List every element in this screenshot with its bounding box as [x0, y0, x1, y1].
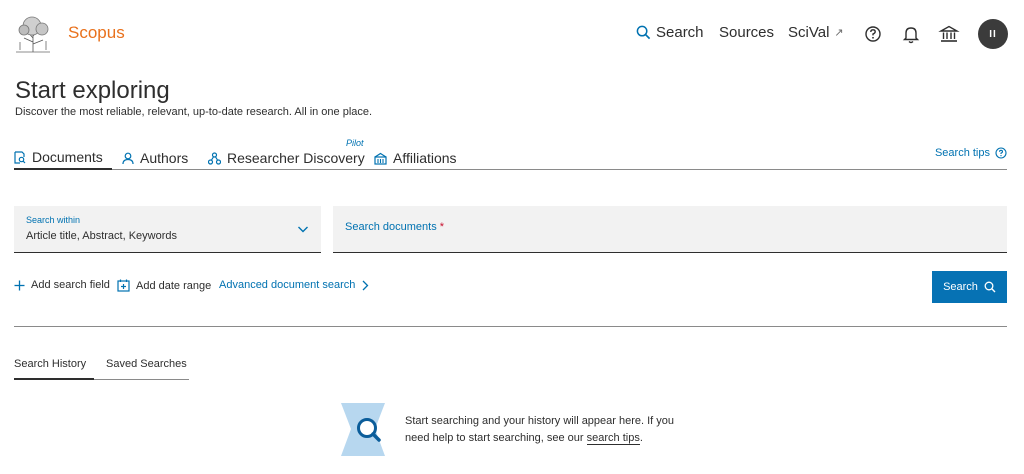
tab-saved-searches[interactable]: Saved Searches [106, 358, 187, 380]
tab-documents-label: Documents [32, 149, 103, 165]
add-search-field-label: Add search field [31, 279, 110, 291]
nav-search-label: Search [656, 24, 704, 41]
document-search-icon [14, 150, 26, 164]
nav-scival-label: SciVal [788, 24, 830, 41]
tab-researcher-label: Researcher Discovery [227, 150, 365, 166]
search-icon [984, 281, 996, 293]
search-documents-field: Search documents * [333, 206, 1007, 253]
tab-authors-label: Authors [140, 150, 189, 166]
search-within-select[interactable]: Search within Article title, Abstract, K… [14, 206, 321, 253]
empty-history-message: Start searching and your history will ap… [405, 413, 675, 447]
search-type-tabs: Documents Authors Researcher Discovery P… [14, 138, 1007, 170]
add-date-range-button[interactable]: Add date range [117, 279, 211, 292]
chevron-right-icon [362, 280, 369, 290]
plus-icon [14, 280, 25, 290]
bell-icon[interactable] [900, 23, 922, 45]
person-icon [122, 152, 134, 164]
tab-authors[interactable]: Authors [122, 146, 188, 170]
building-icon [374, 152, 387, 165]
page-title: Start exploring [15, 77, 170, 104]
calendar-plus-icon [117, 279, 130, 292]
external-link-icon: ↗ [834, 27, 844, 39]
help-icon[interactable] [862, 23, 884, 45]
chevron-down-icon [298, 226, 308, 233]
avatar[interactable]: II [978, 19, 1008, 49]
elsevier-tree-logo[interactable] [12, 14, 54, 54]
tab-affiliations[interactable]: Affiliations [374, 146, 457, 170]
search-button[interactable]: Search [932, 271, 1007, 303]
add-search-field-button[interactable]: Add search field [14, 279, 110, 291]
advanced-search-link[interactable]: Advanced document search [219, 279, 369, 291]
network-icon [208, 151, 221, 165]
help-icon [995, 147, 1007, 159]
divider [14, 326, 1007, 327]
institution-icon[interactable] [938, 23, 960, 45]
search-tips-link[interactable]: Search tips [935, 147, 1007, 159]
search-within-value: Article title, Abstract, Keywords [26, 230, 177, 242]
pilot-badge: Pilot [346, 138, 364, 148]
search-documents-input[interactable] [333, 206, 1007, 252]
advanced-search-label: Advanced document search [219, 279, 356, 291]
tab-affiliations-label: Affiliations [393, 150, 457, 166]
empty-history-illustration [341, 403, 385, 456]
nav-sources[interactable]: Sources [719, 24, 774, 41]
search-button-label: Search [943, 281, 978, 293]
search-tips-label: Search tips [934, 147, 990, 159]
page-subtitle: Discover the most reliable, relevant, up… [15, 106, 373, 118]
tab-researcher-discovery[interactable]: Researcher Discovery [208, 146, 365, 170]
header: Scopus Search Sources SciVal ↗ II [0, 0, 1024, 70]
brand-name[interactable]: Scopus [68, 23, 125, 43]
empty-history-end: . [639, 432, 643, 444]
nav-sources-label: Sources [719, 24, 775, 41]
tab-documents[interactable]: Documents [14, 146, 112, 170]
tab-search-history[interactable]: Search History [14, 358, 94, 380]
history-tabs: Search History Saved Searches [14, 356, 189, 380]
add-date-range-label: Add date range [136, 279, 212, 292]
nav-scival[interactable]: SciVal ↗ [788, 24, 844, 41]
search-icon [636, 25, 651, 40]
search-within-label: Search within [26, 215, 81, 225]
nav-search[interactable]: Search [636, 24, 704, 41]
search-tips-inline-link[interactable]: search tips [586, 432, 640, 445]
